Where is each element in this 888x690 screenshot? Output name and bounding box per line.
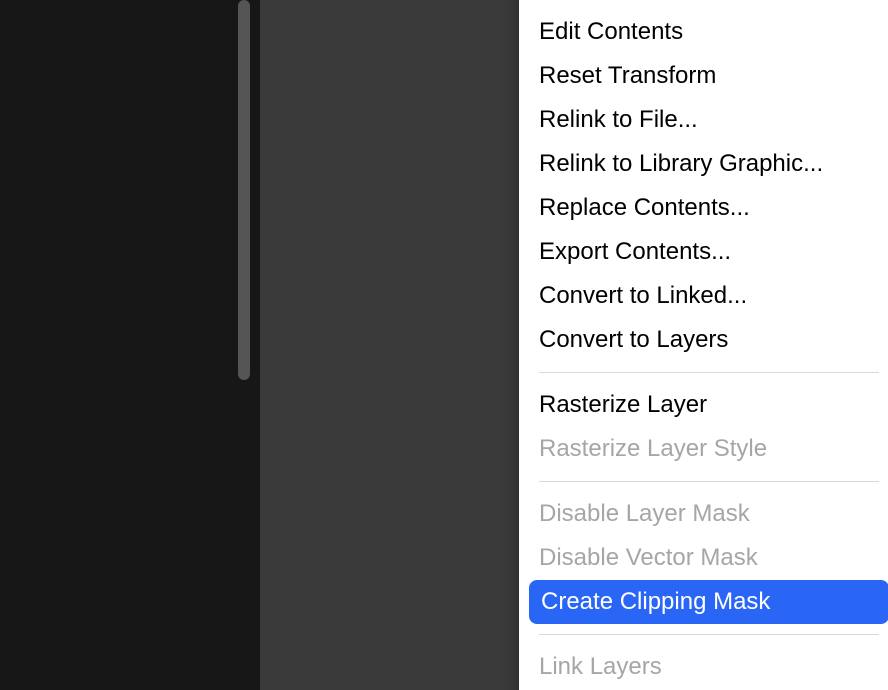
menu-export-contents[interactable]: Export Contents... [519,230,888,274]
menu-disable-vector-mask: Disable Vector Mask [519,536,888,580]
menu-relink-to-library-graphic[interactable]: Relink to Library Graphic... [519,142,888,186]
menu-reset-transform[interactable]: Reset Transform [519,54,888,98]
menu-link-layers: Link Layers [519,645,888,689]
menu-convert-to-layers[interactable]: Convert to Layers [519,318,888,362]
menu-separator [539,634,879,635]
menu-relink-to-file[interactable]: Relink to File... [519,98,888,142]
menu-separator [539,481,879,482]
layer-context-menu: New Smart Object via Copy Edit Contents … [519,0,888,690]
menu-disable-layer-mask: Disable Layer Mask [519,492,888,536]
menu-new-smart-object-via-copy[interactable]: New Smart Object via Copy [519,0,888,10]
menu-rasterize-layer-style: Rasterize Layer Style [519,427,888,471]
menu-replace-contents[interactable]: Replace Contents... [519,186,888,230]
menu-edit-contents[interactable]: Edit Contents [519,10,888,54]
menu-separator [539,372,879,373]
menu-rasterize-layer[interactable]: Rasterize Layer [519,383,888,427]
vertical-scrollbar[interactable] [238,0,250,380]
menu-create-clipping-mask[interactable]: Create Clipping Mask [529,580,888,624]
menu-convert-to-linked[interactable]: Convert to Linked... [519,274,888,318]
canvas-area[interactable] [0,0,233,690]
